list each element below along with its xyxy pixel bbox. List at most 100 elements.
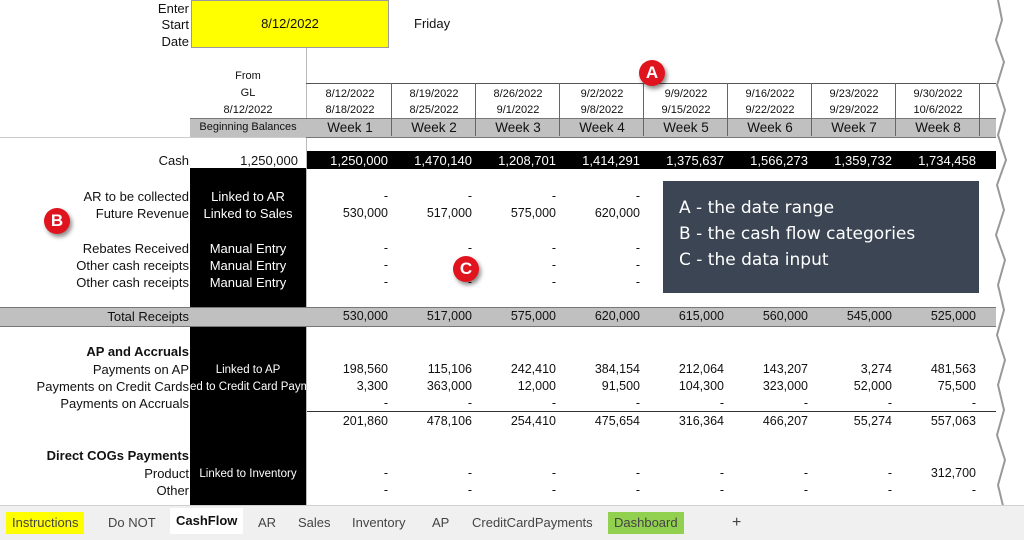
cell-cash[interactable]: 1,208,701 <box>472 152 556 169</box>
week-end-date: 9/1/2022 <box>496 104 540 116</box>
cell-ar-collected[interactable]: - <box>304 188 388 205</box>
cell-ap-total[interactable]: 557,063 <box>892 413 976 430</box>
cell-other[interactable]: - <box>724 482 808 499</box>
cell-payments-ap[interactable]: 3,274 <box>808 361 892 378</box>
sheet-tab-creditcardpayments[interactable]: CreditCardPayments <box>466 512 599 534</box>
cell-cash[interactable]: 1,566,273 <box>724 152 808 169</box>
cell-product[interactable]: - <box>724 465 808 482</box>
cell-payments-ap[interactable]: 198,560 <box>304 361 388 378</box>
cell-payments-accruals[interactable]: - <box>388 395 472 412</box>
cell-other-receipts-1[interactable]: - <box>556 257 640 274</box>
cell-other[interactable]: - <box>892 482 976 499</box>
cell-cash[interactable]: 1,734,458 <box>892 152 976 169</box>
cell-ar-collected[interactable]: - <box>556 188 640 205</box>
cell-payments-ap[interactable]: 212,064 <box>640 361 724 378</box>
start-date-input[interactable]: 8/12/2022 <box>191 0 389 48</box>
cell-total-receipts[interactable]: 560,000 <box>724 308 808 325</box>
cell-payments-cc[interactable]: 363,000 <box>388 378 472 395</box>
cell-payments-cc[interactable]: 75,500 <box>892 378 976 395</box>
cell-product[interactable]: - <box>640 465 724 482</box>
cell-ar-collected[interactable]: - <box>472 188 556 205</box>
cell-ap-total[interactable]: 475,654 <box>556 413 640 430</box>
week-start-date: 9/2/2022 <box>580 88 624 100</box>
cell-payments-cc[interactable]: 104,300 <box>640 378 724 395</box>
cell-rebates[interactable]: - <box>556 240 640 257</box>
cell-total-receipts[interactable]: 575,000 <box>472 308 556 325</box>
cell-ap-total[interactable]: 466,207 <box>724 413 808 430</box>
cell-total-receipts[interactable]: 620,000 <box>556 308 640 325</box>
cell-product[interactable]: - <box>472 465 556 482</box>
cell-payments-cc[interactable]: 12,000 <box>472 378 556 395</box>
cell-payments-cc[interactable]: 91,500 <box>556 378 640 395</box>
cell-other[interactable]: - <box>304 482 388 499</box>
cell-payments-accruals[interactable]: - <box>892 395 976 412</box>
cell-ap-total[interactable]: 55,274 <box>808 413 892 430</box>
cell-ap-total[interactable]: 478,106 <box>388 413 472 430</box>
cell-product[interactable]: - <box>808 465 892 482</box>
cell-cash[interactable]: 1,250,000 <box>304 152 388 169</box>
cell-other[interactable]: - <box>388 482 472 499</box>
cell-future-revenue[interactable]: 517,000 <box>388 205 472 222</box>
cell-payments-accruals[interactable]: - <box>808 395 892 412</box>
cell-future-revenue[interactable]: 530,000 <box>304 205 388 222</box>
cell-product[interactable]: 312,700 <box>892 465 976 482</box>
cell-other-receipts-2[interactable]: - <box>556 274 640 291</box>
cell-future-revenue[interactable]: 620,000 <box>556 205 640 222</box>
cell-product[interactable]: - <box>388 465 472 482</box>
cell-other[interactable]: - <box>472 482 556 499</box>
sheet-tab-inventory[interactable]: Inventory <box>346 512 411 534</box>
add-sheet-button[interactable]: + <box>726 512 747 534</box>
row-label-ar-collected: AR to be collected <box>83 189 189 204</box>
cell-ar-collected[interactable]: - <box>388 188 472 205</box>
cell-payments-accruals[interactable]: - <box>724 395 808 412</box>
sheet-tab-dashboard[interactable]: Dashboard <box>608 512 684 534</box>
cell-cash[interactable]: 1,359,732 <box>808 152 892 169</box>
cell-ap-total[interactable]: 201,860 <box>304 413 388 430</box>
cell-product[interactable]: - <box>304 465 388 482</box>
sheet-tab-sales[interactable]: Sales <box>292 512 337 534</box>
cell-total-receipts[interactable]: 517,000 <box>388 308 472 325</box>
sheet-tab-instructions[interactable]: Instructions <box>6 512 85 534</box>
cell-payments-cc[interactable]: 52,000 <box>808 378 892 395</box>
cell-ap-total[interactable]: 316,364 <box>640 413 724 430</box>
cell-total-receipts[interactable]: 525,000 <box>892 308 976 325</box>
cell-other-receipts-2[interactable]: - <box>304 274 388 291</box>
sheet-tab-ap[interactable]: AP <box>426 512 455 534</box>
cell-payments-accruals[interactable]: - <box>640 395 724 412</box>
cell-future-revenue[interactable]: 575,000 <box>472 205 556 222</box>
cell-payments-accruals[interactable]: - <box>304 395 388 412</box>
cell-total-receipts[interactable]: 545,000 <box>808 308 892 325</box>
cell-payments-ap[interactable]: 115,106 <box>388 361 472 378</box>
cell-rebates[interactable]: - <box>304 240 388 257</box>
week-end-date: 9/22/2022 <box>745 104 795 116</box>
sheet-tab-do-not[interactable]: Do NOT <box>102 512 162 534</box>
sheet-tab-cashflow[interactable]: CashFlow <box>170 508 244 534</box>
cell-rebates[interactable]: - <box>388 240 472 257</box>
source-other-receipts-1: Manual Entry <box>209 258 287 273</box>
cell-payments-ap[interactable]: 242,410 <box>472 361 556 378</box>
cell-other-receipts-1[interactable]: - <box>472 257 556 274</box>
cell-payments-ap[interactable]: 384,154 <box>556 361 640 378</box>
cell-payments-ap[interactable]: 481,563 <box>892 361 976 378</box>
cell-other[interactable]: - <box>808 482 892 499</box>
cell-payments-cc[interactable]: 3,300 <box>304 378 388 395</box>
cell-other[interactable]: - <box>556 482 640 499</box>
cell-rebates[interactable]: - <box>472 240 556 257</box>
week-end-date: 10/6/2022 <box>913 104 963 116</box>
cell-cash[interactable]: 1,375,637 <box>640 152 724 169</box>
cell-other[interactable]: - <box>640 482 724 499</box>
sheet-tab-ar[interactable]: AR <box>252 512 282 534</box>
start-date-label-enter: Enter <box>157 1 189 16</box>
cell-payments-cc[interactable]: 323,000 <box>724 378 808 395</box>
cell-cash[interactable]: 1,414,291 <box>556 152 640 169</box>
cell-other-receipts-2[interactable]: - <box>472 274 556 291</box>
cell-payments-ap[interactable]: 143,207 <box>724 361 808 378</box>
cell-payments-accruals[interactable]: - <box>556 395 640 412</box>
cell-total-receipts[interactable]: 530,000 <box>304 308 388 325</box>
cell-product[interactable]: - <box>556 465 640 482</box>
cell-other-receipts-1[interactable]: - <box>304 257 388 274</box>
cell-ap-total[interactable]: 254,410 <box>472 413 556 430</box>
cell-total-receipts[interactable]: 615,000 <box>640 308 724 325</box>
cell-payments-accruals[interactable]: - <box>472 395 556 412</box>
cell-cash[interactable]: 1,470,140 <box>388 152 472 169</box>
